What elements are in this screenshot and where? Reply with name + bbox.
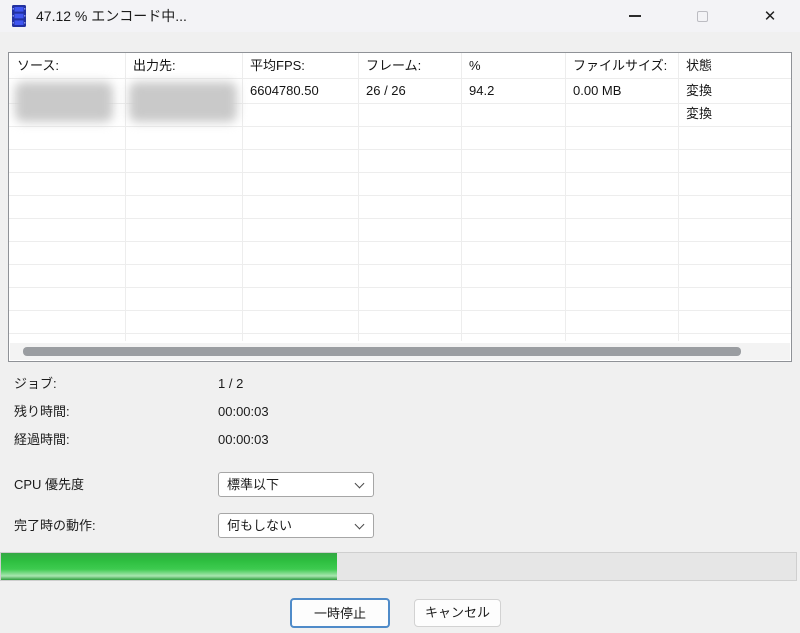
remaining-label: 残り時間: <box>14 402 70 422</box>
column-header-avg-fps[interactable]: 平均FPS: <box>242 53 305 79</box>
pause-button[interactable]: 一時停止 <box>290 598 390 628</box>
minimize-icon <box>629 15 641 17</box>
remaining-value: 00:00:03 <box>218 402 269 422</box>
table-header-row: ソース: 出力先: 平均FPS: フレーム: % ファイルサイズ: 状態 <box>9 53 791 79</box>
filmstrip-app-icon <box>12 5 26 27</box>
cell-status: 変換 <box>678 79 712 102</box>
cell-percent: 94.2 <box>461 79 494 102</box>
column-header-percent[interactable]: % <box>461 53 481 79</box>
column-header-frames[interactable]: フレーム: <box>358 53 421 79</box>
titlebar: 47.12 % エンコード中... ✕ <box>0 0 800 32</box>
cell-avg-fps: 6604780.50 <box>242 79 319 102</box>
cpu-priority-selected: 標準以下 <box>227 477 279 492</box>
chevron-down-icon <box>355 520 365 530</box>
minimize-button[interactable] <box>613 2 657 30</box>
cpu-priority-label: CPU 優先度 <box>14 472 84 497</box>
column-header-status[interactable]: 状態 <box>678 53 712 79</box>
chevron-down-icon <box>355 479 365 489</box>
elapsed-label: 経過時間: <box>14 430 70 450</box>
job-label: ジョブ: <box>14 374 57 394</box>
scrollbar-thumb[interactable] <box>23 347 741 356</box>
maximize-icon <box>697 11 708 22</box>
horizontal-scrollbar[interactable] <box>10 343 790 360</box>
close-icon: ✕ <box>764 9 777 24</box>
encode-progress-fill <box>1 553 337 580</box>
cpu-priority-dropdown[interactable]: 標準以下 <box>218 472 374 497</box>
column-header-filesize[interactable]: ファイルサイズ: <box>565 53 667 79</box>
maximize-button <box>680 2 724 30</box>
encode-progress-bar <box>0 552 797 581</box>
close-button[interactable]: ✕ <box>748 2 792 30</box>
column-header-output[interactable]: 出力先: <box>125 53 176 79</box>
completion-action-selected: 何もしない <box>227 518 292 533</box>
elapsed-value: 00:00:03 <box>218 430 269 450</box>
cell-status: 変換 <box>678 102 712 125</box>
cell-filesize: 0.00 MB <box>565 79 621 102</box>
completion-action-dropdown[interactable]: 何もしない <box>218 513 374 538</box>
completion-action-label: 完了時の動作: <box>14 513 96 538</box>
queue-row[interactable]: 変換 <box>9 102 791 125</box>
job-value: 1 / 2 <box>218 374 243 394</box>
window-title: 47.12 % エンコード中... <box>36 0 187 32</box>
column-header-source[interactable]: ソース: <box>9 53 59 79</box>
cell-frames: 26 / 26 <box>358 79 406 102</box>
queue-row[interactable]: 6604780.50 26 / 26 94.2 0.00 MB 変換 <box>9 79 791 102</box>
encoding-progress-window: 47.12 % エンコード中... ✕ ソース: 出力先: 平均FPS: フレー… <box>0 0 800 633</box>
cancel-button[interactable]: キャンセル <box>414 599 501 627</box>
encode-queue-table: ソース: 出力先: 平均FPS: フレーム: % ファイルサイズ: 状態 660… <box>8 52 792 362</box>
